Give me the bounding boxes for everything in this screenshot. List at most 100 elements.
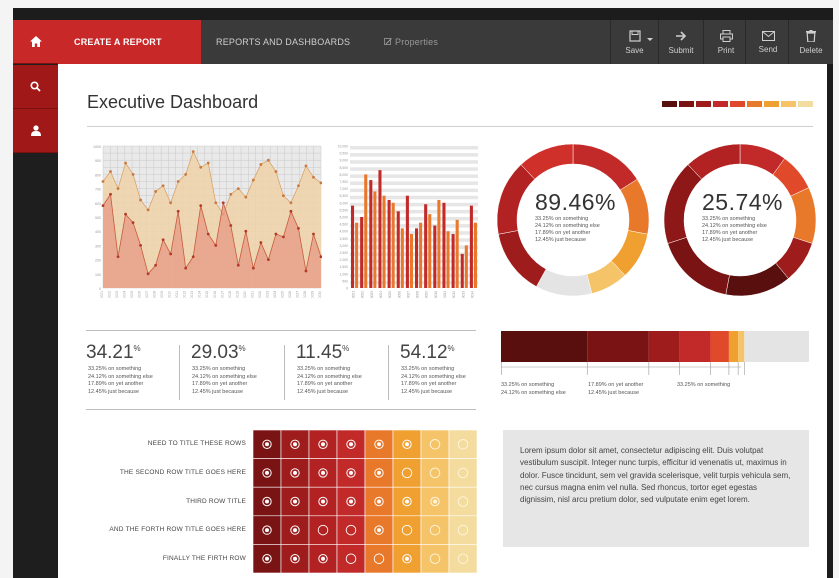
trash-icon <box>806 29 816 42</box>
matrix-cell <box>420 458 450 488</box>
grid-band <box>350 266 478 271</box>
envelope-icon <box>761 30 775 41</box>
stacked-bar-segment <box>744 331 809 362</box>
stat-lines: 33.25% on something 24.12% on something e… <box>192 366 257 395</box>
grid-band <box>350 202 478 207</box>
matrix-dot <box>377 499 381 504</box>
lorem-text-panel: Lorem ipsum dolor sit amet, consectetur … <box>503 430 809 547</box>
grid-band <box>350 252 478 257</box>
send-button[interactable]: Send <box>745 20 790 64</box>
grid-band <box>350 273 478 278</box>
grid-band <box>350 245 478 249</box>
y-tick-label: 300 <box>95 244 101 248</box>
tab-reports-label: REPORTS AND DASHBOARDS <box>216 37 351 47</box>
data-point <box>282 194 285 198</box>
grid-band <box>350 146 478 150</box>
sidebar-search-button[interactable] <box>13 65 58 109</box>
matrix-row-label: AND THE FORTH ROW TITLE GOES HERE <box>109 526 246 534</box>
grid-band <box>350 217 478 221</box>
matrix-dot <box>405 556 409 561</box>
search-icon <box>30 81 41 92</box>
y-tick-label: 6,500 <box>340 194 349 198</box>
palette-swatch <box>764 101 779 107</box>
bar <box>455 219 459 288</box>
stat-lines: 33.25% on something 24.12% on something e… <box>401 366 466 395</box>
data-point <box>161 184 165 188</box>
bar <box>446 231 450 288</box>
data-point <box>229 192 233 196</box>
data-point <box>244 195 248 199</box>
data-point <box>266 158 270 162</box>
stacked-bar-segment <box>648 331 680 362</box>
x-tick-label: 0021 <box>250 291 254 298</box>
bar <box>400 228 404 288</box>
x-tick-label: 0005 <box>130 291 134 298</box>
data-point <box>154 263 158 267</box>
matrix-dot <box>265 442 269 447</box>
matrix-dot <box>377 470 381 475</box>
donut-1-text: 89.46% 33.25% on something 24.12% on som… <box>535 189 616 244</box>
dropdown-caret-icon[interactable] <box>647 38 653 41</box>
x-tick-label: 0020 <box>243 291 247 298</box>
sidebar-user-button[interactable] <box>13 109 58 153</box>
x-tick-label: 0026 <box>288 291 292 298</box>
x-tick-label: 0003 <box>370 291 374 298</box>
x-tick-label: 0002 <box>361 291 365 298</box>
data-point <box>304 164 308 168</box>
x-tick-label: 0018 <box>228 291 232 298</box>
y-tick-label: 2,500 <box>340 251 349 255</box>
user-icon <box>30 125 41 136</box>
tab-properties[interactable]: Properties <box>384 20 438 64</box>
matrix-cell <box>364 544 394 573</box>
save-button[interactable]: Save <box>610 20 658 64</box>
data-point <box>139 198 142 202</box>
bar <box>360 217 364 288</box>
data-point <box>259 241 263 244</box>
delete-button[interactable]: Delete <box>788 20 833 64</box>
stat-value: 11.45% <box>296 342 350 363</box>
donut-2-value: 25.74% <box>702 189 784 215</box>
stats-top-divider <box>86 330 476 331</box>
print-button[interactable]: Print <box>703 20 748 64</box>
sidebar-home-button[interactable] <box>13 20 58 64</box>
y-tick-label: 3,500 <box>340 237 349 241</box>
x-tick-label: 0006 <box>138 291 142 298</box>
matrix-dot <box>321 442 325 447</box>
y-tick-label: 600 <box>95 202 101 206</box>
bar <box>460 253 464 288</box>
grid-band <box>350 160 478 164</box>
matrix-dot <box>405 442 409 447</box>
data-point <box>109 192 112 196</box>
data-point <box>176 209 180 213</box>
matrix-cell <box>336 515 366 545</box>
matrix-cell <box>420 544 450 573</box>
data-point <box>109 170 112 173</box>
submit-button[interactable]: Submit <box>658 20 703 64</box>
page-title: Executive Dashboard <box>87 92 259 112</box>
x-tick-label: 0014 <box>470 291 474 298</box>
matrix-cell <box>420 430 450 459</box>
tab-reports-dashboards[interactable]: REPORTS AND DASHBOARDS <box>216 20 350 64</box>
y-tick-label: 100 <box>95 273 101 277</box>
data-point <box>161 238 165 242</box>
matrix-dot <box>293 442 297 447</box>
data-point <box>176 180 180 183</box>
tab-create-report[interactable]: CREATE A REPORT <box>58 20 201 64</box>
y-tick-label: 0 <box>346 287 348 291</box>
data-point <box>146 208 150 212</box>
bar <box>464 245 468 288</box>
stacked-bar-chart <box>501 331 809 375</box>
matrix-dot <box>265 556 269 561</box>
bar <box>409 234 413 288</box>
data-point <box>124 161 127 165</box>
y-tick-label: 2,000 <box>340 258 349 262</box>
data-point <box>206 161 210 165</box>
data-point <box>251 266 255 270</box>
grid-band <box>350 224 478 228</box>
grid-band <box>350 188 478 193</box>
data-point <box>282 235 285 239</box>
donut-2-line: 33.25% on something <box>702 216 756 222</box>
title-divider <box>87 126 813 127</box>
matrix-dot <box>349 470 353 475</box>
stacked-bar-segment <box>728 331 739 362</box>
